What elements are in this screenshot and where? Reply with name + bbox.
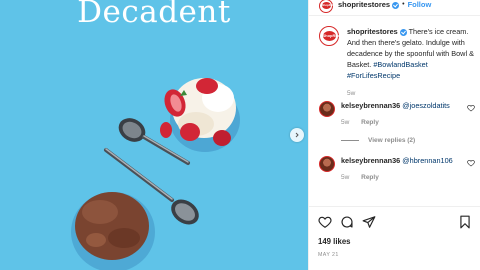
commenter-avatar[interactable] <box>319 156 335 172</box>
vanilla-bowl <box>160 78 240 152</box>
shoprite-logo: ShopRite <box>321 2 335 9</box>
shoprite-logo: ShopRite <box>322 31 340 41</box>
next-photo-button[interactable] <box>290 128 304 142</box>
comment-username[interactable]: kelseybrennan36 <box>341 101 400 110</box>
comment-item: kelseybrennan36 @hbrennan106 5w Reply <box>319 156 479 183</box>
verified-badge-icon <box>399 28 407 36</box>
follow-button[interactable]: Follow <box>408 0 432 9</box>
verified-badge-icon <box>392 1 400 9</box>
photo-headline: Decadent <box>77 0 231 30</box>
comment-icon[interactable] <box>340 215 354 229</box>
reply-button[interactable]: Reply <box>361 119 379 126</box>
replies-divider-line <box>341 140 359 141</box>
separator-dot: • <box>402 1 405 8</box>
caption-timestamp: 5w <box>347 90 356 97</box>
heart-icon[interactable] <box>318 215 332 229</box>
commenter-avatar[interactable] <box>319 101 335 117</box>
like-comment-heart-icon[interactable] <box>467 159 475 167</box>
reply-button[interactable]: Reply <box>361 174 379 181</box>
comment-timestamp: 5w <box>341 174 350 181</box>
bookmark-icon[interactable] <box>459 215 471 229</box>
post-sidebar: ShopRite shopritestores • Follow ShopRit… <box>308 0 480 270</box>
comment-item: kelseybrennan36 @joeszoldatits 5w Reply <box>319 101 479 128</box>
comment-mention[interactable]: @joeszoldatits <box>402 101 450 110</box>
caption-username[interactable]: shopritestores <box>347 27 407 36</box>
header-username[interactable]: shopritestores <box>338 0 400 9</box>
comment-timestamp: 5w <box>341 119 350 126</box>
caption-avatar[interactable]: ShopRite <box>319 26 340 46</box>
post-photo[interactable]: Decadent <box>0 0 308 270</box>
like-comment-heart-icon[interactable] <box>467 104 475 112</box>
header-avatar[interactable]: ShopRite <box>319 0 335 13</box>
likes-count[interactable]: 149 likes <box>318 237 351 246</box>
post-date: MAY 21 <box>318 252 339 258</box>
caption: ShopRite shopritestores There's ice crea… <box>319 26 477 97</box>
gelato-scene-illustration <box>71 78 240 270</box>
chocolate-bowl <box>71 192 155 270</box>
chevron-right-icon <box>295 132 299 138</box>
caption-text: shopritestores There's ice cream. And th… <box>347 26 477 81</box>
share-icon[interactable] <box>362 215 376 229</box>
comment-mention[interactable]: @hbrennan106 <box>402 156 452 165</box>
post-actions: 149 likes MAY 21 <box>309 206 480 270</box>
comment-username[interactable]: kelseybrennan36 <box>341 156 400 165</box>
view-replies-button[interactable]: View replies (2) <box>341 137 415 144</box>
post-header: ShopRite shopritestores • Follow <box>309 0 480 16</box>
